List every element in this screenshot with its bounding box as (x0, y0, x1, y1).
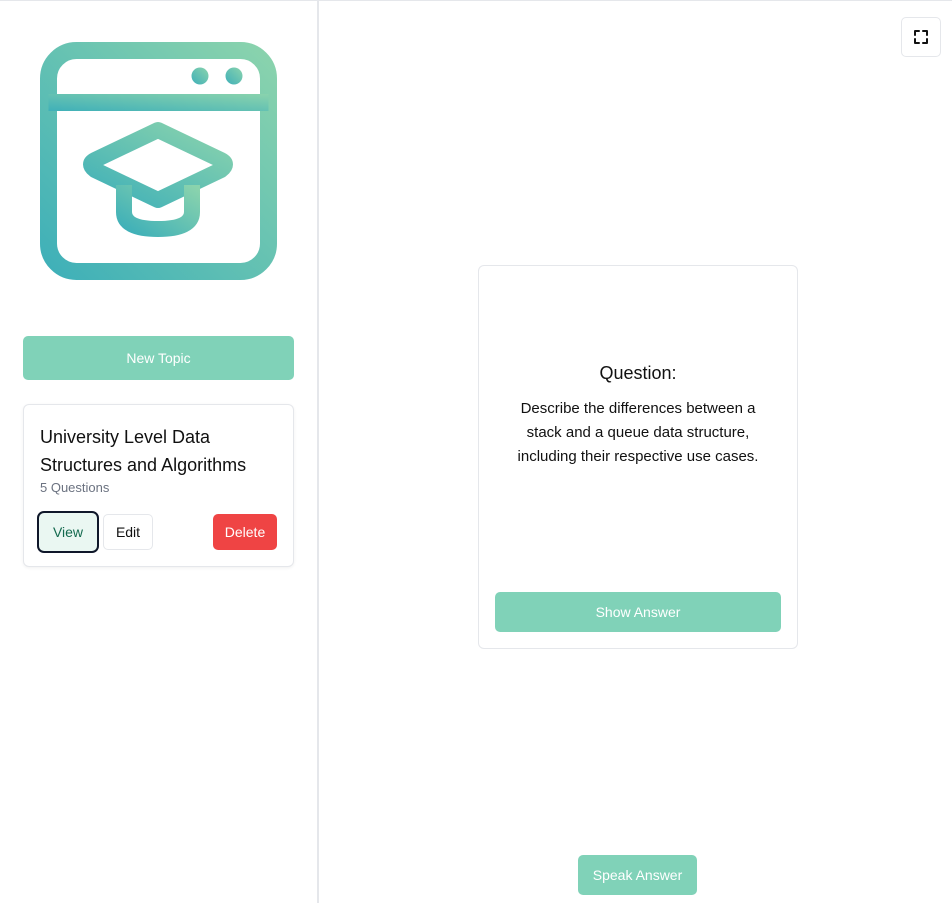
fullscreen-icon (914, 30, 928, 44)
topic-card: University Level Data Structures and Alg… (23, 404, 294, 567)
main-panel: Question: Describe the differences betwe… (321, 1, 952, 903)
fullscreen-button[interactable] (901, 17, 941, 57)
show-answer-button[interactable]: Show Answer (495, 592, 781, 632)
edit-topic-button[interactable]: Edit (103, 514, 153, 550)
flashcard: Question: Describe the differences betwe… (478, 265, 798, 649)
delete-topic-button[interactable]: Delete (213, 514, 277, 550)
sidebar: New Topic University Level Data Structur… (0, 1, 319, 903)
new-topic-button[interactable]: New Topic (23, 336, 294, 380)
topic-title: University Level Data Structures and Alg… (40, 427, 247, 475)
question-text: Describe the differences between a stack… (517, 400, 759, 465)
question-heading: Question: (599, 363, 677, 383)
app-root: New Topic University Level Data Structur… (0, 0, 952, 903)
view-topic-button[interactable]: View (37, 511, 99, 553)
topic-question-count: 5 Questions (40, 480, 110, 495)
speak-answer-button[interactable]: Speak Answer (578, 855, 697, 895)
graduation-cap-browser-icon (40, 42, 277, 280)
